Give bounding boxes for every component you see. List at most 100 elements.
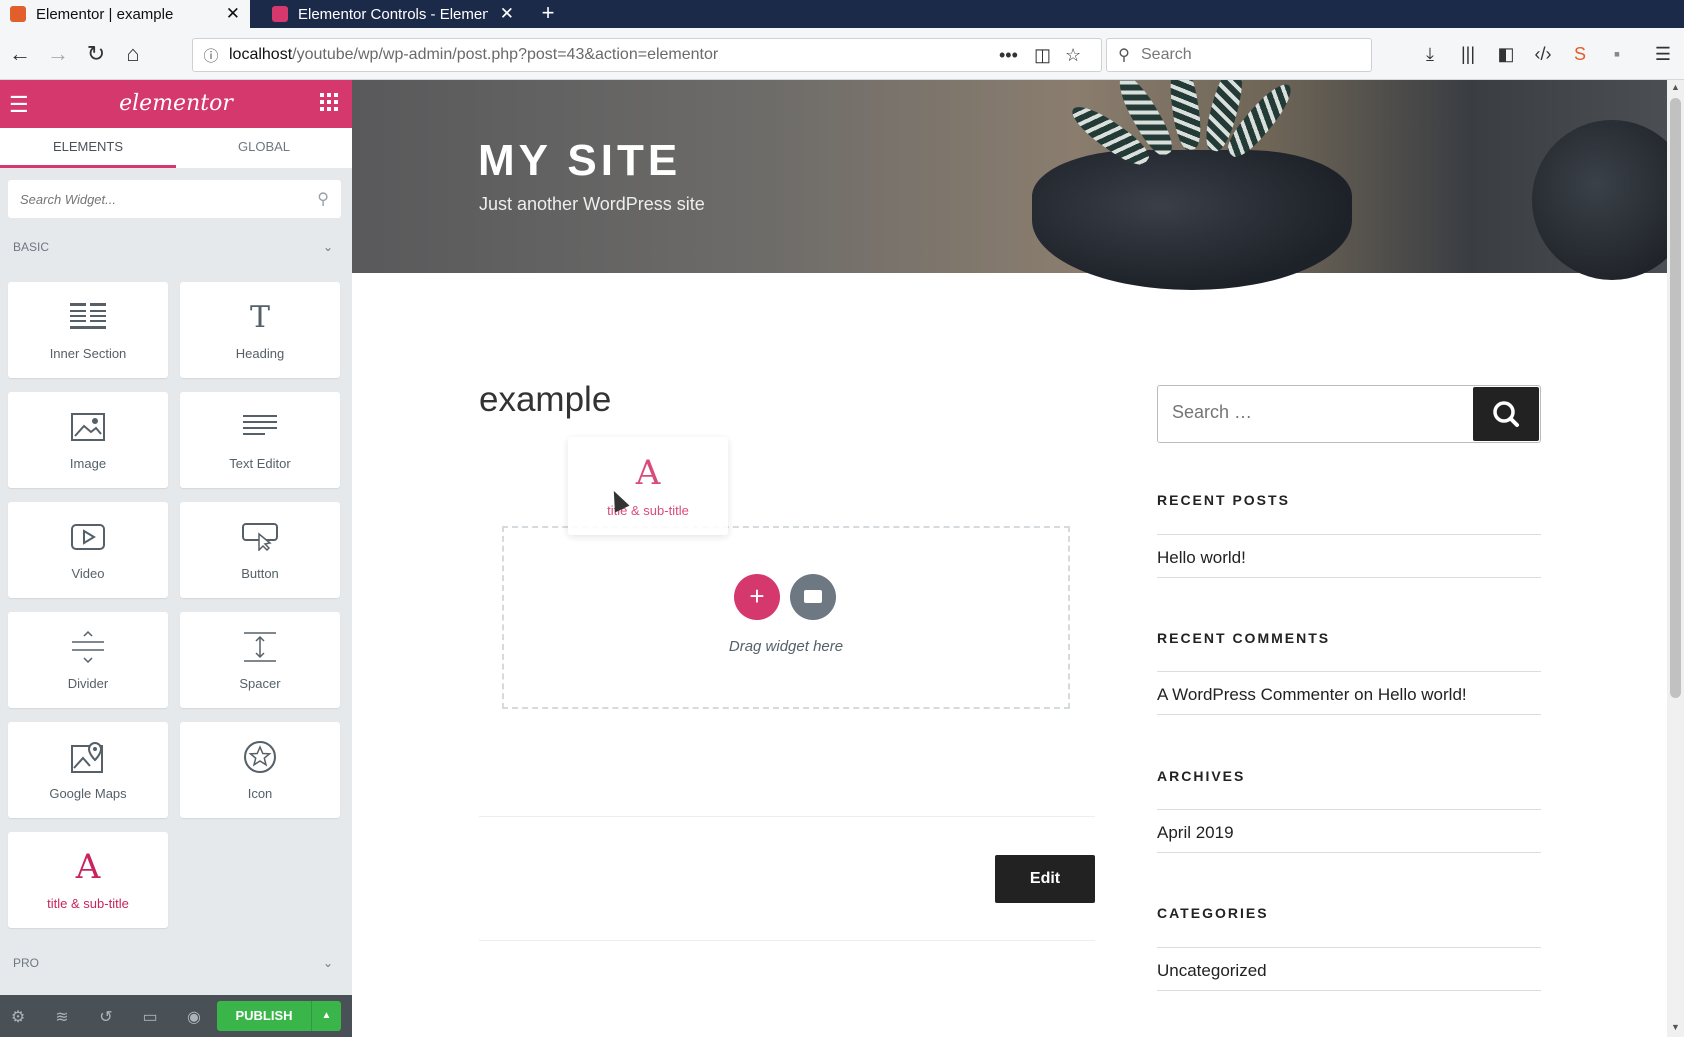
tab-elements[interactable]: ELEMENTS [0,128,176,168]
comment-post-link[interactable]: Hello world! [1378,685,1467,704]
widget-label: Spacer [239,676,281,691]
divider [1157,947,1541,948]
widget-google-maps[interactable]: Google Maps [8,722,168,818]
developer-icon[interactable]: ‹/› [1530,42,1556,66]
panel-footer: ⚙ ≋ ↺ ▭ ◉ PUBLISH ▲ [0,995,352,1037]
widget-label: Text Editor [229,456,291,471]
widget-search-input[interactable] [20,191,318,207]
browser-toolbar: ← → ↻ ⌂ ⓘ localhost/youtube/wp/wp-admin/… [0,28,1684,80]
publish-label: PUBLISH [235,1008,293,1023]
recent-post-link[interactable]: Hello world! [1157,548,1246,568]
plant-pot-image [1032,150,1352,290]
widget-heading[interactable]: T Heading [180,282,340,378]
search-icon: ⚲ [1118,47,1130,64]
tab-global[interactable]: GLOBAL [176,128,352,168]
category-link[interactable]: Uncategorized [1157,961,1267,981]
sidebar-search-button[interactable] [1473,387,1539,441]
widget-icon[interactable]: Icon [180,722,340,818]
site-description: Just another WordPress site [479,194,705,214]
drop-zone[interactable] [502,526,1070,709]
dragged-widget-preview: A title & sub-title [568,437,728,535]
menu-icon[interactable]: ☰ [1650,42,1676,66]
divider [1157,671,1541,672]
divider [1157,534,1541,535]
widget-label: Heading [235,346,285,361]
widget-spacer[interactable]: Spacer [180,612,340,708]
settings-gear-icon[interactable]: ⚙ [8,1007,28,1027]
widget-divider[interactable]: Divider [8,612,168,708]
publish-button[interactable]: PUBLISH ▲ [217,1001,341,1031]
close-tab-icon[interactable]: ✕ [226,4,240,24]
widget-inner-section[interactable]: Inner Section [8,282,168,378]
sidebar-search [1157,385,1541,443]
add-section-button[interactable]: + [734,574,780,620]
bookmark-star-icon[interactable]: ☆ [1065,45,1081,66]
site-info-icon[interactable]: ⓘ [193,45,229,66]
recent-comment-item: A WordPress Commenter on Hello world! [1157,685,1467,705]
panel-tabs: ELEMENTS GLOBAL [0,128,352,168]
category-basic-label[interactable]: BASIC [13,240,49,254]
tab-elementor-controls[interactable]: Elementor Controls - Elementor ✕ [262,0,524,28]
back-icon[interactable]: ← [6,40,34,68]
category-pro-label[interactable]: PRO [13,956,39,970]
sidebar-icon[interactable]: ◧ [1493,42,1519,66]
navigator-layers-icon[interactable]: ≋ [52,1007,72,1027]
chevron-down-icon[interactable]: ⌄ [323,956,333,970]
tab-title: Elementor | example [36,5,174,23]
widget-video[interactable]: Video [8,502,168,598]
archive-link[interactable]: April 2019 [1157,823,1234,843]
tab-elementor-example[interactable]: Elementor | example ✕ [0,0,250,28]
browser-search-box[interactable]: ⚲ Search [1106,38,1372,72]
elementor-panel: ☰ elementor ELEMENTS GLOBAL ⚲ BASIC ⌄ In… [0,80,352,1037]
scroll-up-icon[interactable]: ▲ [1667,82,1684,92]
site-title[interactable]: MY SITE [478,136,681,186]
preview-eye-icon[interactable]: ◉ [184,1007,204,1027]
divider [1157,809,1541,810]
comment-author-link[interactable]: A WordPress Commenter [1157,685,1349,704]
extension-icon[interactable]: S [1567,42,1593,66]
divider [1157,990,1541,991]
star-icon [180,738,340,776]
add-template-folder-icon[interactable] [790,574,836,620]
widget-text-editor[interactable]: Text Editor [180,392,340,488]
responsive-mode-icon[interactable]: ▭ [140,1007,160,1027]
divider [479,940,1095,941]
home-icon[interactable]: ⌂ [119,40,147,68]
library-icon[interactable]: ||| [1455,42,1481,66]
widgets-grid-icon[interactable] [320,93,338,111]
reload-icon[interactable]: ↻ [82,40,110,68]
sidebar-search-input[interactable] [1172,402,1452,423]
widget-image[interactable]: Image [8,392,168,488]
widget-button[interactable]: Button [180,502,340,598]
image-icon [8,408,168,446]
text-editor-icon [180,408,340,446]
close-tab-icon[interactable]: ✕ [500,4,514,24]
letter-a-icon: A [75,847,101,887]
page-actions-icon[interactable]: ••• [999,45,1018,66]
elementor-logo: elementor [119,91,233,116]
extension-2-icon[interactable]: ▪ [1604,42,1630,66]
widget-title-sub-title[interactable]: A title & sub-title [8,832,168,928]
downloads-icon[interactable]: ⤓ [1417,42,1443,66]
new-tab-icon[interactable]: + [534,0,562,28]
url-bar[interactable]: ⓘ localhost/youtube/wp/wp-admin/post.php… [192,38,1102,72]
scrollbar-thumb[interactable] [1670,98,1681,698]
url-host: localhost [229,46,293,63]
divider [1157,852,1541,853]
caret-up-icon[interactable]: ▲ [311,1001,341,1031]
panel-header: ☰ elementor [0,80,352,128]
page-scrollbar[interactable]: ▲ ▼ [1667,80,1684,1037]
pocket-icon[interactable]: ◫ [1034,45,1051,66]
letter-a-icon: A [635,453,661,493]
edit-button[interactable]: Edit [995,855,1095,903]
page-preview: MY SITE Just another WordPress site exam… [352,80,1667,1037]
recent-posts-heading: RECENT POSTS [1157,492,1290,508]
divider [1157,577,1541,578]
scroll-down-icon[interactable]: ▼ [1667,1022,1684,1032]
divider [1157,714,1541,715]
chevron-down-icon[interactable]: ⌄ [323,240,333,254]
history-icon[interactable]: ↺ [96,1007,116,1027]
search-icon [1493,401,1519,427]
search-placeholder: Search [1141,46,1192,63]
forward-icon[interactable]: → [44,40,72,68]
